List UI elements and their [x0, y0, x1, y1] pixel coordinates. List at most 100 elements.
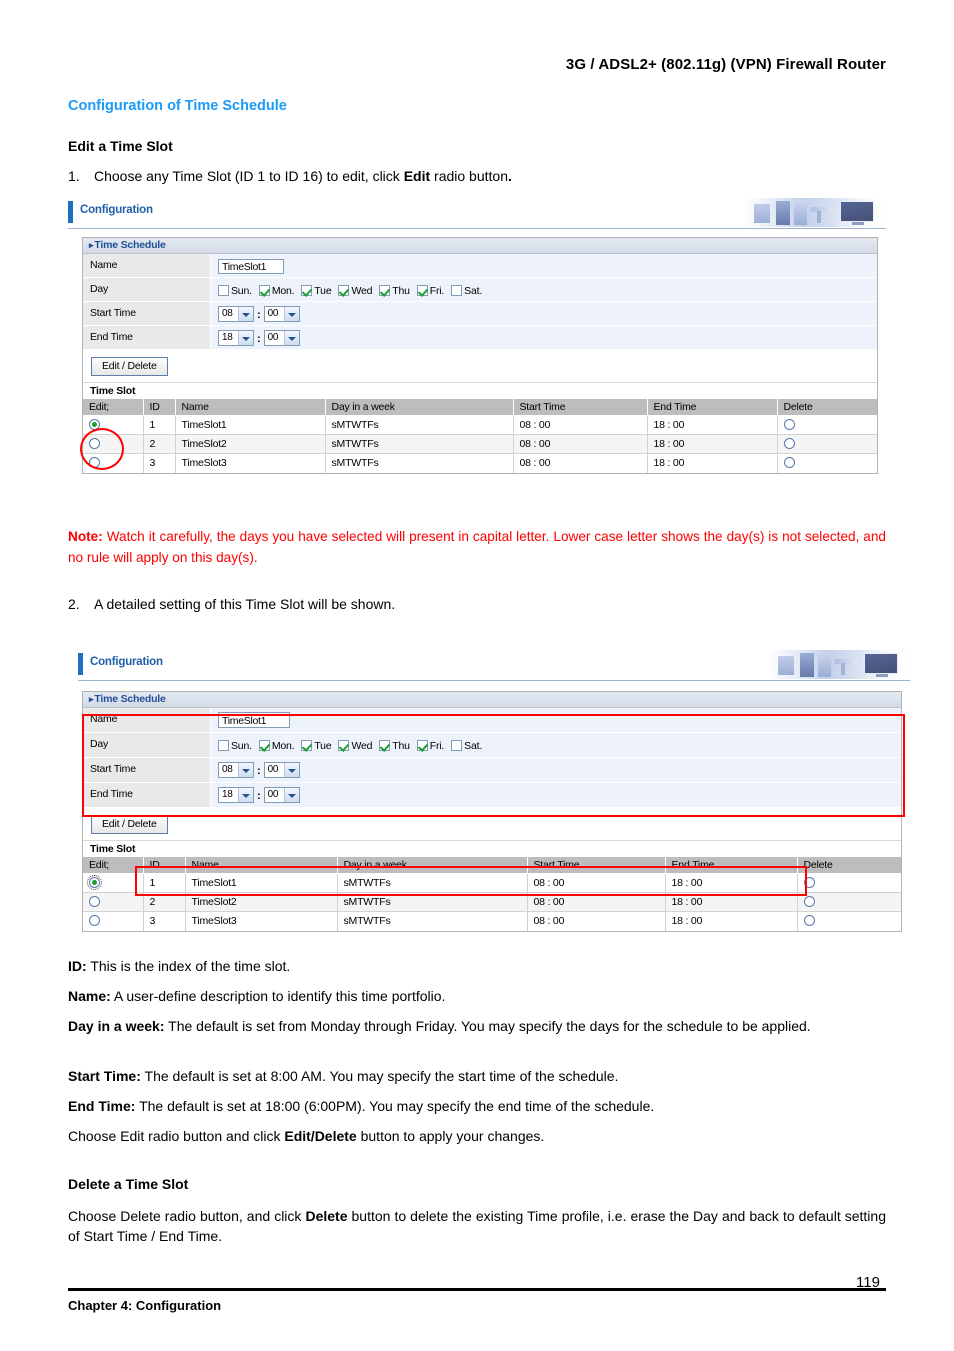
- end-minute-select-1[interactable]: 00: [263, 329, 300, 346]
- checkbox-sat-2[interactable]: [451, 740, 463, 751]
- col-id-2: ID: [143, 857, 186, 874]
- value-name-2: TimeSlot1: [211, 708, 901, 732]
- cell-delete-radio[interactable]: [797, 892, 901, 912]
- cell-name: TimeSlot1: [185, 873, 338, 893]
- button-row-1: Edit / Delete: [83, 349, 877, 383]
- cell-start: 08 : 00: [527, 911, 666, 931]
- checkbox-mon-1[interactable]: [258, 285, 270, 296]
- cell-delete-radio[interactable]: [777, 453, 877, 473]
- apply-text-a: Choose Edit radio button and click: [68, 1128, 285, 1144]
- col-delete-2: Delete: [797, 857, 901, 874]
- apply-bold: Edit/Delete: [284, 1128, 357, 1144]
- cell-edit-radio[interactable]: [83, 453, 144, 473]
- cell-days: sMTWTFs: [325, 434, 514, 454]
- start-hour-select-1[interactable]: 08: [218, 305, 254, 322]
- cell-id: 3: [143, 911, 186, 931]
- name-input-2[interactable]: TimeSlot1: [218, 712, 290, 728]
- cell-id: 1: [143, 415, 176, 435]
- end-minute-value-1: 00: [267, 331, 279, 343]
- def-start-term: Start Time:: [68, 1068, 141, 1084]
- time-schedule-panel-1: ▸Time Schedule Name TimeSlot1 Day Sun. Mo…: [82, 237, 878, 474]
- table-header-row-1: Edit; ID Name Day in a week Start Time E…: [83, 399, 877, 416]
- end-hour-select-2[interactable]: 18: [218, 786, 254, 803]
- checkbox-label-thu-2: Thu: [392, 740, 410, 752]
- panel-title-2: ▸Time Schedule: [83, 692, 901, 708]
- cell-edit-radio[interactable]: [83, 911, 144, 931]
- checkbox-fri-2[interactable]: [416, 740, 428, 751]
- edit-delete-button-1[interactable]: Edit / Delete: [91, 357, 168, 376]
- step-1-period: .: [507, 168, 512, 184]
- edit-radio-row2-2[interactable]: [89, 895, 100, 907]
- def-id-text: This is the index of the time slot.: [90, 958, 291, 974]
- section-title: Configuration of Time Schedule: [68, 98, 287, 114]
- checkbox-thu-2[interactable]: [379, 740, 391, 751]
- label-day-1: Day: [83, 278, 211, 301]
- cell-edit-radio[interactable]: [83, 415, 144, 435]
- cell-start: 08 : 00: [513, 434, 648, 454]
- checkbox-mon-2[interactable]: [258, 740, 270, 751]
- cell-end: 18 : 00: [647, 453, 778, 473]
- start-minute-select-1[interactable]: 00: [263, 305, 300, 322]
- def-end-time: End Time: The default is set at 18:00 (6…: [68, 1096, 886, 1116]
- note-label: Note:: [68, 529, 103, 544]
- delete-radio-row2-2[interactable]: [803, 895, 815, 907]
- checkbox-sat-1[interactable]: [451, 285, 463, 296]
- ui-window-header-1: Configuration: [68, 198, 886, 229]
- start-hour-select-2[interactable]: 08: [218, 761, 254, 778]
- table-row: 1 TimeSlot1 sMTWTFs 08 : 00 18 : 00: [83, 415, 877, 435]
- checkbox-fri-1[interactable]: [416, 285, 428, 296]
- edit-radio-row3-2[interactable]: [89, 914, 100, 926]
- edit-delete-button-2[interactable]: Edit / Delete: [91, 815, 168, 834]
- field-row-name-2: Name TimeSlot1: [83, 708, 901, 733]
- cell-edit-radio[interactable]: [83, 434, 144, 454]
- cell-edit-radio[interactable]: [83, 873, 144, 893]
- end-minute-select-2[interactable]: 00: [263, 786, 300, 803]
- checkbox-tue-1[interactable]: [301, 285, 313, 296]
- checkbox-wed-1[interactable]: [338, 285, 350, 296]
- def-day-text: The default is set from Monday through F…: [168, 1018, 811, 1034]
- delete-radio-row3-2[interactable]: [803, 914, 815, 926]
- checkbox-sun-1[interactable]: [218, 285, 229, 296]
- def-name-text: A user-define description to identify th…: [113, 988, 446, 1004]
- cell-edit-radio[interactable]: [83, 892, 144, 912]
- chevron-down-icon: [238, 762, 253, 777]
- checkbox-label-sat-2: Sat.: [464, 740, 483, 752]
- cell-delete-radio[interactable]: [797, 873, 901, 893]
- delete-radio-row3-1[interactable]: [783, 456, 795, 468]
- checkbox-label-mon-1: Mon.: [271, 285, 295, 297]
- delete-radio-row2-1[interactable]: [783, 437, 795, 449]
- edit-radio-row2-1[interactable]: [89, 437, 100, 449]
- step-2: 2. A detailed setting of this Time Slot w…: [68, 596, 395, 612]
- checkbox-tue-2[interactable]: [301, 740, 313, 751]
- start-minute-select-2[interactable]: 00: [263, 761, 300, 778]
- checkbox-sun-2[interactable]: [218, 740, 229, 751]
- def-id: ID: This is the index of the time slot.: [68, 956, 886, 976]
- name-input-1[interactable]: TimeSlot1: [218, 259, 284, 274]
- def-name-term: Name:: [68, 988, 111, 1004]
- delete-radio-row1-2[interactable]: [803, 876, 815, 888]
- cell-name: TimeSlot3: [175, 453, 326, 473]
- edit-radio-row1-2[interactable]: [87, 874, 102, 890]
- label-end-time-2: End Time: [83, 783, 211, 807]
- table-header-row-2: Edit; ID Name Day in a week Start Time E…: [83, 857, 901, 874]
- end-hour-select-1[interactable]: 18: [218, 329, 254, 346]
- checkbox-thu-1[interactable]: [379, 285, 391, 296]
- col-delete-1: Delete: [777, 399, 877, 416]
- cell-delete-radio[interactable]: [777, 434, 877, 454]
- cell-days: sMTWTFs: [337, 892, 528, 912]
- end-minute-value-2: 00: [267, 788, 279, 800]
- checkbox-label-tue-1: Tue: [314, 285, 332, 297]
- edit-radio-row1-1[interactable]: [89, 418, 100, 430]
- checkbox-wed-2[interactable]: [338, 740, 350, 751]
- cell-delete-radio[interactable]: [797, 911, 901, 931]
- note-text: Watch it carefully, the days you have se…: [68, 529, 886, 565]
- cell-name: TimeSlot1: [175, 415, 326, 435]
- ui-window-header-2: Configuration: [78, 650, 910, 681]
- edit-radio-row3-1[interactable]: [89, 456, 100, 468]
- delete-radio-row1-1[interactable]: [783, 418, 795, 430]
- cell-delete-radio[interactable]: [777, 415, 877, 435]
- delete-instructions-paragraph: Choose Delete radio button, and click De…: [68, 1206, 886, 1246]
- end-hour-value-2: 18: [222, 788, 233, 800]
- cell-start: 08 : 00: [513, 415, 648, 435]
- router-ui-screenshot-2: Configuration ▸Time Schedule Name TimeSl…: [78, 650, 910, 932]
